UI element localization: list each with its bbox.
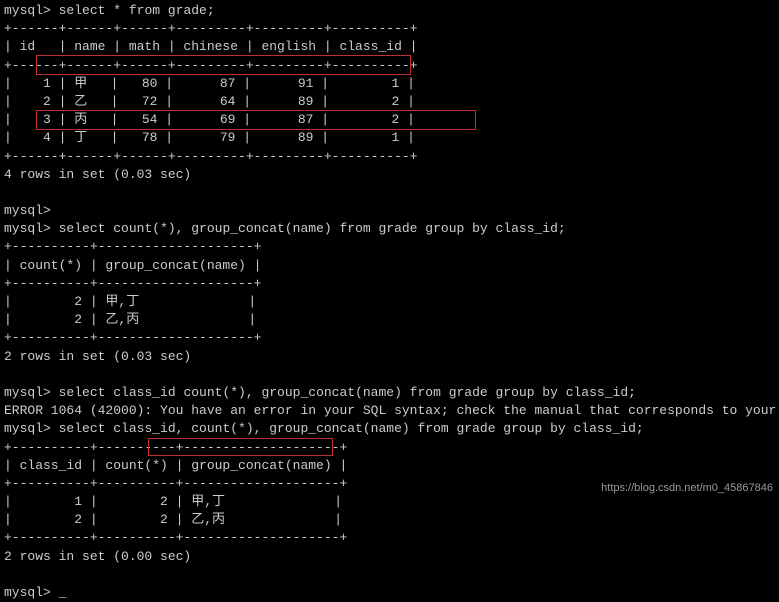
- t1-footer: 4 rows in set (0.03 sec): [4, 166, 779, 184]
- t3-footer: 2 rows in set (0.00 sec): [4, 548, 779, 566]
- query-1: select * from grade;: [59, 3, 215, 18]
- query-4: select class_id, count(*), group_concat(…: [59, 421, 644, 436]
- t2-sep-bot: +----------+--------------------+: [4, 329, 779, 347]
- t1-sep-top: +------+------+------+---------+--------…: [4, 20, 779, 38]
- t2-sep-mid: +----------+--------------------+: [4, 275, 779, 293]
- prompt: mysql>: [4, 421, 51, 436]
- t1-row: | 4 | 丁 | 78 | 79 | 89 | 1 |: [4, 129, 779, 147]
- t3-row: | 2 | 2 | 乙,丙 |: [4, 511, 779, 529]
- prompt: mysql>: [4, 385, 51, 400]
- t3-sep-bot: +----------+----------+-----------------…: [4, 529, 779, 547]
- t1-row: | 3 | 丙 | 54 | 69 | 87 | 2 |: [4, 111, 779, 129]
- query-2: select count(*), group_concat(name) from…: [59, 221, 566, 236]
- prompt: mysql>: [4, 585, 51, 600]
- prompt: mysql>: [4, 3, 51, 18]
- t3-sep-top: +----------+----------+-----------------…: [4, 439, 779, 457]
- t2-header: | count(*) | group_concat(name) |: [4, 257, 779, 275]
- t2-row: | 2 | 乙,丙 |: [4, 311, 779, 329]
- t1-sep-bot: +------+------+------+---------+--------…: [4, 148, 779, 166]
- watermark: https://blog.csdn.net/m0_45867846: [601, 481, 773, 496]
- t2-row: | 2 | 甲,丁 |: [4, 293, 779, 311]
- t2-sep-top: +----------+--------------------+: [4, 238, 779, 256]
- t3-header: | class_id | count(*) | group_concat(nam…: [4, 457, 779, 475]
- t2-footer: 2 rows in set (0.03 sec): [4, 348, 779, 366]
- t1-sep-mid: +------+------+------+---------+--------…: [4, 57, 779, 75]
- prompt: mysql>: [4, 203, 51, 218]
- terminal-output: mysql> select * from grade; +------+----…: [0, 0, 779, 602]
- error-line: ERROR 1064 (42000): You have an error in…: [4, 402, 779, 420]
- t1-row: | 1 | 甲 | 80 | 87 | 91 | 1 |: [4, 75, 779, 93]
- query-3: select class_id count(*), group_concat(n…: [59, 385, 636, 400]
- t1-row: | 2 | 乙 | 72 | 64 | 89 | 2 |: [4, 93, 779, 111]
- t1-header: | id | name | math | chinese | english |…: [4, 38, 779, 56]
- prompt: mysql>: [4, 221, 51, 236]
